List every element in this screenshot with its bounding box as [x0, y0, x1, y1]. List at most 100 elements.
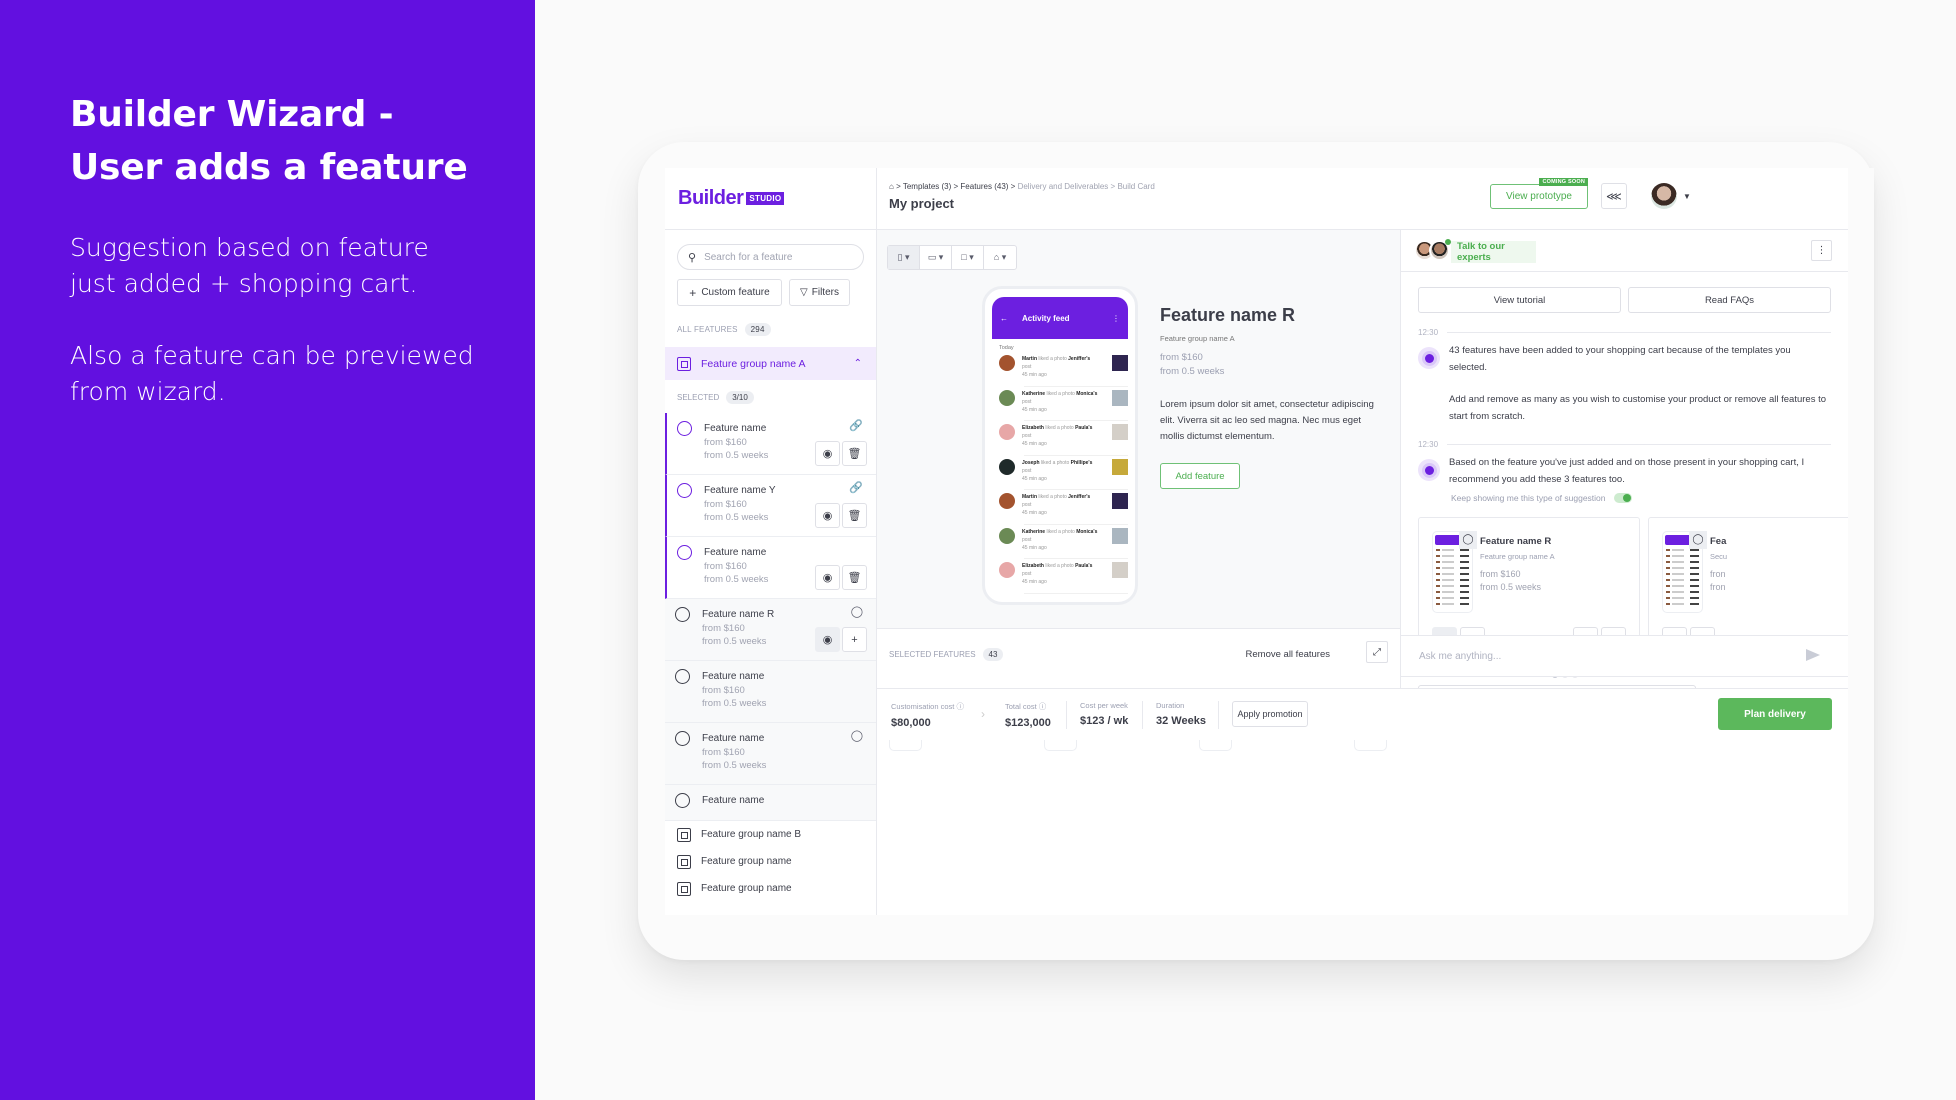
view-prototype-button[interactable]: View prototype COMING SOON: [1490, 178, 1588, 209]
home-icon[interactable]: ⌂: [889, 182, 894, 191]
device-tablet-button[interactable]: ▭ ▾: [920, 246, 952, 269]
assistant-chat-input[interactable]: Ask me anything...: [1400, 635, 1848, 677]
filters-button[interactable]: ▽ Filters: [789, 279, 850, 306]
feature-item[interactable]: Feature name from $160 from 0.5 weeks 🔗 …: [665, 413, 876, 475]
other-feature-groups: Feature group name B Feature group name …: [665, 820, 876, 902]
feature-search-input[interactable]: ⚲ Search for a feature: [677, 244, 864, 270]
coming-soon-badge: COMING SOON: [1539, 178, 1588, 186]
feature-price: from $160: [702, 747, 745, 758]
plan-delivery-button[interactable]: Plan delivery: [1718, 698, 1832, 730]
share-button[interactable]: ⋘: [1601, 183, 1627, 209]
feature-group[interactable]: Feature group name: [665, 875, 876, 902]
phone-title: Activity feed: [1022, 313, 1070, 323]
more-options-button[interactable]: ⋮: [1811, 240, 1832, 261]
all-features-badge: 294: [744, 323, 771, 336]
info-icon[interactable]: ⓘ: [1039, 702, 1047, 711]
expand-button[interactable]: ⤢: [1366, 641, 1388, 663]
talk-to-experts-button[interactable]: Talk to our experts: [1451, 241, 1536, 263]
feature-detail: Feature name R Feature group name A from…: [1160, 305, 1380, 489]
feature-group[interactable]: Feature group name: [665, 848, 876, 875]
activity-post[interactable]: Martin liked a photo Jeniffer's post 45 mi…: [999, 493, 1128, 528]
feature-item[interactable]: Feature name Y from $160 from 0.5 weeks …: [665, 475, 876, 537]
filters-label: Filters: [811, 287, 839, 298]
custom-feature-button[interactable]: + Custom feature: [677, 279, 782, 306]
activity-posts: Martin liked a photo Jeniffer's post 45 mi…: [985, 355, 1135, 597]
keep-suggestions-row: Keep showing me this type of suggestion: [1451, 493, 1848, 503]
send-icon[interactable]: [1806, 649, 1820, 661]
more-vertical-icon: ⋮: [1112, 313, 1120, 323]
assistant-message: Based on the feature you've just added a…: [1418, 455, 1831, 488]
view-tutorial-button[interactable]: View tutorial: [1418, 287, 1621, 313]
activity-post[interactable]: Joseph liked a photo Phillipe's post 45 mi…: [999, 458, 1128, 494]
feature-item[interactable]: Feature name R from $160 from 0.5 weeks …: [665, 599, 876, 661]
breadcrumb-build-card[interactable]: Build Card: [1117, 182, 1154, 191]
activity-post[interactable]: Elizabeth liked a photo Paula's post 45 mi…: [999, 424, 1128, 459]
group-label: Feature group name: [701, 883, 792, 894]
add-button[interactable]: +: [842, 627, 867, 652]
breadcrumb-features[interactable]: Features (43): [960, 182, 1008, 191]
feature-group-b[interactable]: Feature group name B: [665, 821, 876, 848]
experts-row: Talk to our experts ⋮: [1401, 230, 1848, 272]
post-actor: Martin: [1022, 356, 1037, 362]
device-watch-button[interactable]: ⌂ ▾: [984, 246, 1016, 269]
delete-button[interactable]: 🗑: [842, 503, 867, 528]
post-time: 45 min ago: [1022, 475, 1047, 482]
feature-item[interactable]: Feature name from $160 from 0.5 weeks: [665, 661, 876, 723]
preview-eye-button[interactable]: ◉: [815, 565, 840, 590]
preview-eye-button[interactable]: ◉: [815, 627, 840, 652]
assistant-message: 43 features have been added to your shop…: [1418, 343, 1831, 425]
mouse-icon: [675, 669, 690, 684]
message-timestamp: 12:30: [1418, 328, 1831, 337]
suggestion-price: from $160: [1480, 569, 1521, 579]
expand-icon: ⤢: [1373, 646, 1381, 658]
post-suffix: post: [1022, 433, 1032, 439]
post-action: liked a photo: [1045, 425, 1074, 431]
post-thumbnail: [1112, 389, 1128, 406]
caret-down-icon[interactable]: ▼: [1683, 192, 1691, 201]
keep-suggestions-label: Keep showing me this type of suggestion: [1451, 493, 1606, 503]
chevron-up-icon[interactable]: ⌃: [854, 358, 862, 369]
chip-icon: [677, 827, 691, 842]
post-action: liked a photo: [1040, 459, 1070, 466]
logo[interactable]: Builder STUDIO: [665, 168, 876, 230]
breadcrumb-templates[interactable]: Templates (3): [903, 182, 951, 191]
chat-placeholder: Ask me anything...: [1419, 650, 1502, 662]
feature-item[interactable]: Feature name from $160 from 0.5 weeks ◯: [665, 723, 876, 785]
post-thumbnail: [1112, 424, 1128, 440]
add-feature-button[interactable]: Add feature: [1160, 463, 1240, 489]
preview-eye-button[interactable]: ◉: [815, 503, 840, 528]
post-target: Paula's: [1075, 425, 1093, 431]
breadcrumb-delivery[interactable]: Delivery and Deliverables: [1018, 182, 1109, 191]
device-desktop-button[interactable]: □ ▾: [952, 246, 984, 269]
feature-item[interactable]: Feature name from $160 from 0.5 weeks ◉ …: [665, 537, 876, 599]
post-action: liked a photo: [1038, 356, 1067, 362]
group-label: Feature group name A: [701, 357, 806, 370]
add-suggested-features-button[interactable]: Add 3 suggested features: [1418, 685, 1696, 688]
feature-group-a[interactable]: Feature group name A ⌃: [665, 347, 876, 380]
post-text: Martin liked a photo Jeniffer's post 45 mi…: [1022, 355, 1112, 379]
device-mobile-button[interactable]: ▯ ▾: [888, 246, 920, 269]
remove-all-features-link[interactable]: Remove all features: [1246, 649, 1330, 660]
mouse-icon: [675, 607, 690, 622]
customisation-cost-value: $80,000: [891, 717, 931, 729]
keep-suggestions-toggle[interactable]: [1613, 493, 1632, 503]
cost-per-week-label: Cost per week: [1080, 701, 1128, 710]
user-avatar[interactable]: [1651, 183, 1677, 209]
activity-post[interactable]: Katherine liked a photo Monica's post 45 m…: [999, 527, 1128, 563]
phone-header: ← Activity feed ⋮: [992, 297, 1128, 339]
activity-post[interactable]: Martin liked a photo Jeniffer's post 45 mi…: [999, 355, 1128, 390]
preview-eye-button[interactable]: ◉: [815, 441, 840, 466]
intro-title: Builder Wizard - User adds a feature: [70, 88, 535, 194]
activity-post[interactable]: Elizabeth liked a photo Paula's post 45 mi…: [999, 562, 1128, 597]
delete-button[interactable]: 🗑: [842, 565, 867, 590]
activity-post[interactable]: Katherine liked a photo Monica's post 45 m…: [999, 389, 1128, 425]
help-icon[interactable]: ⓘ: [956, 702, 964, 711]
post-action: liked a photo: [1046, 528, 1075, 535]
delete-button[interactable]: 🗑: [842, 441, 867, 466]
builder-app: Builder STUDIO ⚲ Search for a feature + …: [665, 168, 1848, 915]
read-faqs-button[interactable]: Read FAQs: [1628, 287, 1831, 313]
selected-count: SELECTED 3/10: [677, 391, 876, 404]
post-suffix: post: [1022, 571, 1032, 577]
apply-promotion-button[interactable]: Apply promotion: [1232, 701, 1308, 727]
post-actor: Joseph: [1022, 459, 1040, 466]
